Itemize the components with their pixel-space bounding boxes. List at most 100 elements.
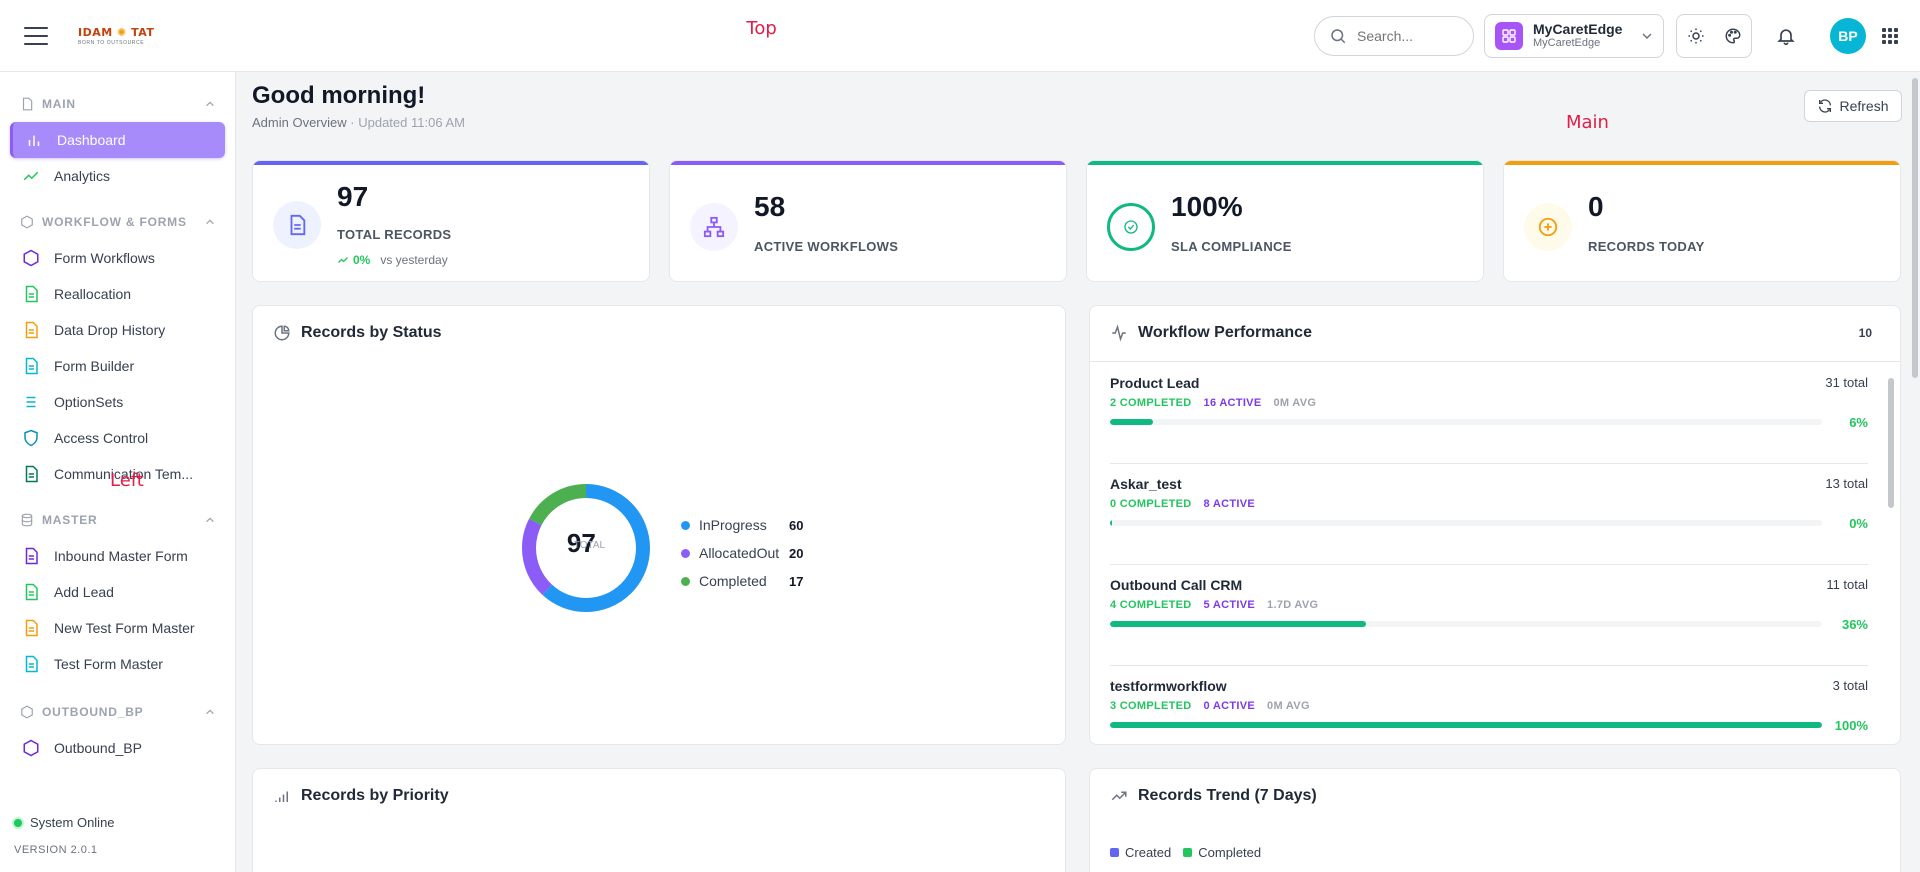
stat-card-total-records[interactable]: 97 TOTAL RECORDS 0% vs yesterday bbox=[252, 160, 650, 282]
logo-text: IDAM ✺ TAT bbox=[78, 25, 155, 39]
stat-card-records-today[interactable]: 0 RECORDS TODAY bbox=[1503, 160, 1901, 282]
sidebar-item-form-builder[interactable]: Form Builder bbox=[0, 348, 235, 384]
progress-percent: 0% bbox=[1849, 516, 1868, 531]
card-title-text: Records by Status bbox=[301, 324, 442, 341]
workflow-performance-card: Workflow Performance 10 Product Lead 31 … bbox=[1089, 305, 1901, 745]
page-scrollbar[interactable] bbox=[1912, 78, 1918, 378]
search-icon bbox=[1331, 28, 1346, 43]
completed-count: 3 COMPLETED bbox=[1110, 700, 1192, 712]
theme-controls bbox=[1676, 13, 1752, 58]
sidebar-item-inbound-master-form[interactable]: Inbound Master Form bbox=[0, 538, 235, 574]
section-header-outbound[interactable]: OUTBOUND_BP bbox=[0, 694, 235, 730]
document-icon bbox=[25, 619, 38, 637]
menu-icon[interactable] bbox=[24, 26, 48, 45]
document-icon bbox=[273, 201, 321, 249]
delta-percent: 0% bbox=[353, 253, 371, 267]
document-icon bbox=[25, 583, 38, 601]
sidebar-item-optionsets[interactable]: OptionSets bbox=[0, 384, 235, 420]
sidebar-item-reallocation[interactable]: Reallocation bbox=[0, 276, 235, 312]
stat-value: 97 bbox=[337, 181, 369, 212]
search-input[interactable] bbox=[1357, 27, 1467, 44]
logo-tagline: BORN TO OUTSOURCE bbox=[78, 39, 145, 46]
scrollbar-thumb[interactable] bbox=[1888, 378, 1894, 508]
card-title: Records by Status bbox=[273, 324, 441, 342]
progress-fill bbox=[1110, 621, 1367, 627]
stat-label: SLA COMPLIANCE bbox=[1171, 239, 1292, 254]
shield-icon bbox=[24, 429, 38, 447]
legend-item-inprogress[interactable]: InProgress 60 bbox=[681, 511, 803, 539]
sidebar-item-form-workflows[interactable]: Form Workflows bbox=[0, 240, 235, 276]
section-header-workflow[interactable]: WORKFLOW & FORMS bbox=[0, 204, 235, 240]
sidebar-item-label: New Test Form Master bbox=[54, 620, 195, 636]
status-dot bbox=[14, 818, 22, 827]
workflow-row[interactable]: testformworkflow 3 total 3 COMPLETED 0 A… bbox=[1110, 666, 1868, 744]
section-workflow: WORKFLOW & FORMS Form Workflows Realloca… bbox=[0, 204, 235, 492]
chevron-up-icon bbox=[206, 517, 214, 523]
sitemap-icon bbox=[690, 203, 738, 251]
legend-item-completed[interactable]: Completed bbox=[1183, 845, 1261, 860]
section-label: MAIN bbox=[42, 97, 76, 111]
search-box[interactable] bbox=[1314, 15, 1474, 56]
tenant-icon bbox=[1495, 21, 1523, 50]
legend-item-created[interactable]: Created bbox=[1110, 845, 1171, 860]
section-header-master[interactable]: MASTER bbox=[0, 502, 235, 538]
card-title-text: Workflow Performance bbox=[1138, 324, 1312, 341]
list-icon bbox=[26, 396, 36, 408]
tenant-switcher[interactable]: MyCaretEdge MyCaretEdge bbox=[1484, 13, 1664, 58]
sidebar-item-outbound-bp[interactable]: Outbound_BP bbox=[0, 730, 235, 766]
status-legend: InProgress 60 AllocatedOut 20 Completed … bbox=[681, 511, 803, 595]
workflow-row[interactable]: Outbound Call CRM 11 total 4 COMPLETED 5… bbox=[1110, 565, 1868, 666]
document-icon bbox=[25, 655, 38, 673]
refresh-button[interactable]: Refresh bbox=[1804, 90, 1902, 122]
legend-item-allocatedout[interactable]: AllocatedOut 20 bbox=[681, 539, 803, 567]
chevron-up-icon bbox=[206, 219, 214, 225]
section-label: OUTBOUND_BP bbox=[42, 705, 144, 719]
sidebar-item-label: Dashboard bbox=[57, 132, 126, 148]
document-icon bbox=[22, 97, 33, 111]
stat-card-sla-compliance[interactable]: 100% SLA COMPLIANCE bbox=[1086, 160, 1484, 282]
sidebar-item-analytics[interactable]: Analytics bbox=[0, 158, 235, 194]
section-header-main[interactable]: MAIN bbox=[0, 86, 235, 122]
legend-name: Created bbox=[1125, 845, 1172, 860]
sidebar-item-label: Form Workflows bbox=[54, 250, 155, 266]
legend-item-completed[interactable]: Completed 17 bbox=[681, 567, 803, 595]
updated-time: Updated 11:06 AM bbox=[358, 115, 465, 130]
avatar[interactable]: BP bbox=[1830, 17, 1866, 54]
version-text: VERSION 2.0.1 bbox=[14, 844, 98, 856]
document-icon bbox=[25, 357, 38, 375]
workflow-scrollbar[interactable] bbox=[1888, 368, 1894, 743]
status-text: System Online bbox=[30, 815, 115, 830]
workflow-name: Outbound Call CRM bbox=[1110, 577, 1243, 593]
workflow-count: 10 bbox=[1858, 326, 1872, 340]
apps-grid-icon[interactable] bbox=[1882, 27, 1898, 44]
document-icon bbox=[25, 321, 38, 339]
workflow-row[interactable]: Product Lead 31 total 2 COMPLETED 16 ACT… bbox=[1110, 363, 1868, 464]
sidebar-item-label: Data Drop History bbox=[54, 322, 166, 338]
logo[interactable]: IDAM ✺ TAT BORN TO OUTSOURCE bbox=[78, 26, 154, 46]
trend-legend: Created Completed bbox=[1110, 845, 1261, 860]
workflow-name: testformworkflow bbox=[1110, 678, 1227, 694]
palette-icon[interactable] bbox=[1719, 22, 1747, 50]
sun-icon[interactable] bbox=[1682, 22, 1710, 50]
workflow-row[interactable]: Askar_test 13 total 0 COMPLETED 8 ACTIVE… bbox=[1110, 464, 1868, 565]
section-label: WORKFLOW & FORMS bbox=[42, 215, 187, 229]
accent-bar bbox=[1087, 161, 1483, 165]
subtitle-text: Admin Overview bbox=[252, 115, 347, 130]
sidebar-item-access-control[interactable]: Access Control bbox=[0, 420, 235, 456]
stat-label: ACTIVE WORKFLOWS bbox=[754, 239, 899, 254]
hexagon-icon bbox=[23, 739, 39, 757]
sidebar-item-test-form-master[interactable]: Test Form Master bbox=[0, 646, 235, 682]
sidebar-item-dashboard[interactable]: Dashboard bbox=[10, 122, 225, 158]
stat-card-active-workflows[interactable]: 58 ACTIVE WORKFLOWS bbox=[669, 160, 1067, 282]
bell-icon[interactable] bbox=[1772, 22, 1800, 50]
progress-track bbox=[1110, 722, 1822, 728]
avg-time: 1.7D AVG bbox=[1267, 599, 1319, 611]
completed-count: 2 COMPLETED bbox=[1110, 397, 1192, 409]
sidebar-item-add-lead[interactable]: Add Lead bbox=[0, 574, 235, 610]
sidebar-item-label: Outbound_BP bbox=[54, 740, 142, 756]
tenant-name: MyCaretEdge bbox=[1533, 20, 1623, 37]
sidebar-item-new-test-form-master[interactable]: New Test Form Master bbox=[0, 610, 235, 646]
sidebar-item-data-drop-history[interactable]: Data Drop History bbox=[0, 312, 235, 348]
section-master: MASTER Inbound Master Form Add Lead New … bbox=[0, 502, 235, 682]
sidebar-item-label: Inbound Master Form bbox=[54, 548, 188, 564]
